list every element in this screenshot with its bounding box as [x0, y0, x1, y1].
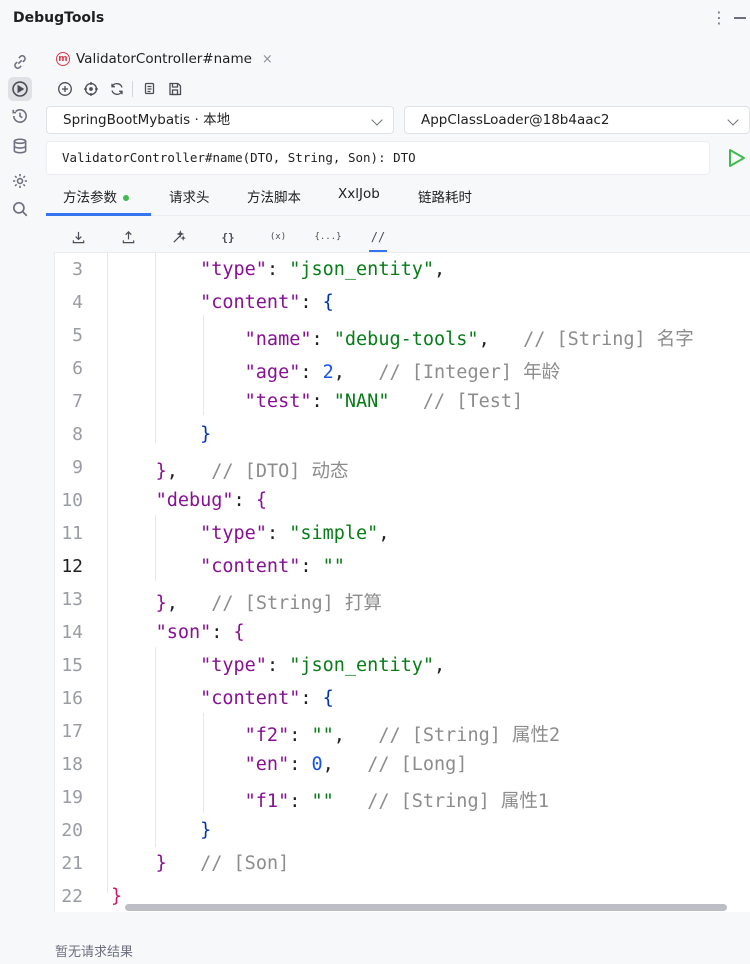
modified-dot	[123, 195, 129, 201]
tab-method-script[interactable]: 方法脚本	[247, 186, 301, 216]
line-number: 20	[61, 820, 83, 841]
classloader-select[interactable]: AppClassLoader@18b4aac2	[404, 106, 750, 134]
save-icon[interactable]	[165, 79, 185, 99]
line-number: 18	[61, 754, 83, 775]
code-line: }	[200, 424, 212, 445]
code-line: "age": 2, // [Integer] 年龄	[244, 362, 561, 383]
code-line: "content": ""	[200, 556, 345, 577]
history-icon[interactable]	[8, 104, 32, 128]
app-title: DebugTools	[13, 10, 105, 26]
magic-wand-icon[interactable]	[167, 226, 189, 248]
line-number: 16	[61, 688, 83, 709]
toolbar	[40, 77, 750, 101]
project-select[interactable]: SpringBootMybatis · 本地	[46, 106, 394, 134]
code-line: "type": "simple",	[200, 523, 390, 544]
run-panel-icon[interactable]	[8, 77, 32, 101]
more-options-icon[interactable]: ⋮	[711, 8, 727, 27]
indent-guide	[155, 647, 156, 847]
line-number: 4	[72, 292, 83, 313]
code-line: } // [Son]	[155, 853, 290, 874]
gear-icon[interactable]	[8, 169, 32, 193]
horizontal-scrollbar[interactable]	[125, 904, 727, 911]
title-bar: DebugTools ⋮	[0, 0, 750, 38]
code-line: "f2": "", // [String] 属性2	[244, 725, 561, 746]
code-line: "name": "debug-tools", // [String] 名字	[244, 329, 694, 350]
format-json-icon[interactable]: {}	[217, 226, 239, 248]
code-line: }	[111, 886, 123, 907]
param-tabs: 方法参数 请求头 方法脚本 XxlJob 链路耗时	[46, 178, 750, 216]
line-number: 14	[61, 622, 83, 643]
variable-icon[interactable]: (x)	[267, 226, 289, 248]
line-number: 22	[61, 886, 83, 907]
editor-toolbar: {} (x) {...} //	[54, 224, 750, 252]
code-line: "debug": {	[155, 490, 267, 511]
tab-label: 方法参数	[63, 190, 117, 206]
line-number: 15	[61, 655, 83, 676]
target-icon[interactable]	[81, 79, 101, 99]
classloader-select-value: AppClassLoader@18b4aac2	[421, 112, 610, 128]
line-number: 21	[61, 853, 83, 874]
tab-validator-controller-name[interactable]: m ValidatorController#name ×	[56, 48, 273, 70]
add-icon[interactable]	[55, 79, 75, 99]
minimize-icon[interactable]	[734, 17, 746, 19]
tab-method-params[interactable]: 方法参数	[46, 186, 151, 216]
line-number: 9	[72, 457, 83, 478]
code-line: "en": 0, // [Long]	[244, 754, 468, 775]
play-icon	[729, 149, 745, 167]
code-editor[interactable]: 3 4 5 6 7 8 9 10 11 12 13 14 15 16 17 18…	[54, 252, 750, 912]
method-signature: ValidatorController#name(DTO, String, So…	[46, 141, 710, 175]
run-button[interactable]	[725, 147, 747, 169]
link-icon[interactable]	[8, 50, 32, 74]
chevron-down-icon	[371, 114, 383, 126]
tab-label: ValidatorController#name	[76, 51, 252, 67]
copy-icon[interactable]	[139, 79, 159, 99]
search-icon[interactable]	[8, 197, 32, 221]
code-line: }, // [String] 打算	[155, 593, 382, 614]
line-number: 7	[72, 391, 83, 412]
editor-tab-bar: m ValidatorController#name ×	[40, 44, 750, 74]
line-number: 10	[61, 490, 83, 511]
method-icon: m	[56, 52, 70, 66]
line-number: 17	[61, 721, 83, 742]
refresh-icon[interactable]	[107, 79, 127, 99]
line-number: 19	[61, 787, 83, 808]
code-line: "content": {	[200, 292, 334, 313]
line-number: 6	[72, 358, 83, 379]
code-line: "type": "json_entity",	[200, 259, 446, 280]
code-line: "son": {	[155, 622, 245, 643]
code-line: }, // [DTO] 动态	[155, 461, 349, 482]
chevron-down-icon	[727, 114, 739, 126]
code-line: }	[200, 820, 212, 841]
line-gutter: 3 4 5 6 7 8 9 10 11 12 13 14 15 16 17 18…	[55, 253, 107, 912]
export-icon[interactable]	[117, 226, 139, 248]
line-number: 13	[61, 589, 83, 610]
line-number: 3	[72, 259, 83, 280]
indent-guide	[107, 253, 108, 893]
line-number-current: 12	[61, 556, 83, 577]
import-icon[interactable]	[67, 226, 89, 248]
tab-xxljob[interactable]: XxlJob	[338, 186, 380, 216]
code-line: "test": "NAN" // [Test]	[244, 391, 524, 412]
project-select-value: SpringBootMybatis · 本地	[63, 112, 231, 128]
tab-request-headers[interactable]: 请求头	[169, 186, 210, 216]
line-number: 5	[72, 325, 83, 346]
code-line: "content": {	[200, 688, 334, 709]
tab-trace-timing[interactable]: 链路耗时	[418, 186, 472, 216]
database-icon[interactable]	[8, 134, 32, 158]
compress-json-icon[interactable]: {...}	[314, 226, 341, 248]
line-number: 11	[61, 523, 83, 544]
code-line: "type": "json_entity",	[200, 655, 446, 676]
toolbar-divider	[132, 81, 133, 97]
result-status: 暂无请求结果	[55, 945, 134, 960]
code-line: "f1": "" // [String] 属性1	[244, 791, 549, 812]
comment-toggle-icon[interactable]: //	[367, 226, 389, 252]
line-number: 8	[72, 424, 83, 445]
close-icon[interactable]: ×	[262, 52, 273, 67]
